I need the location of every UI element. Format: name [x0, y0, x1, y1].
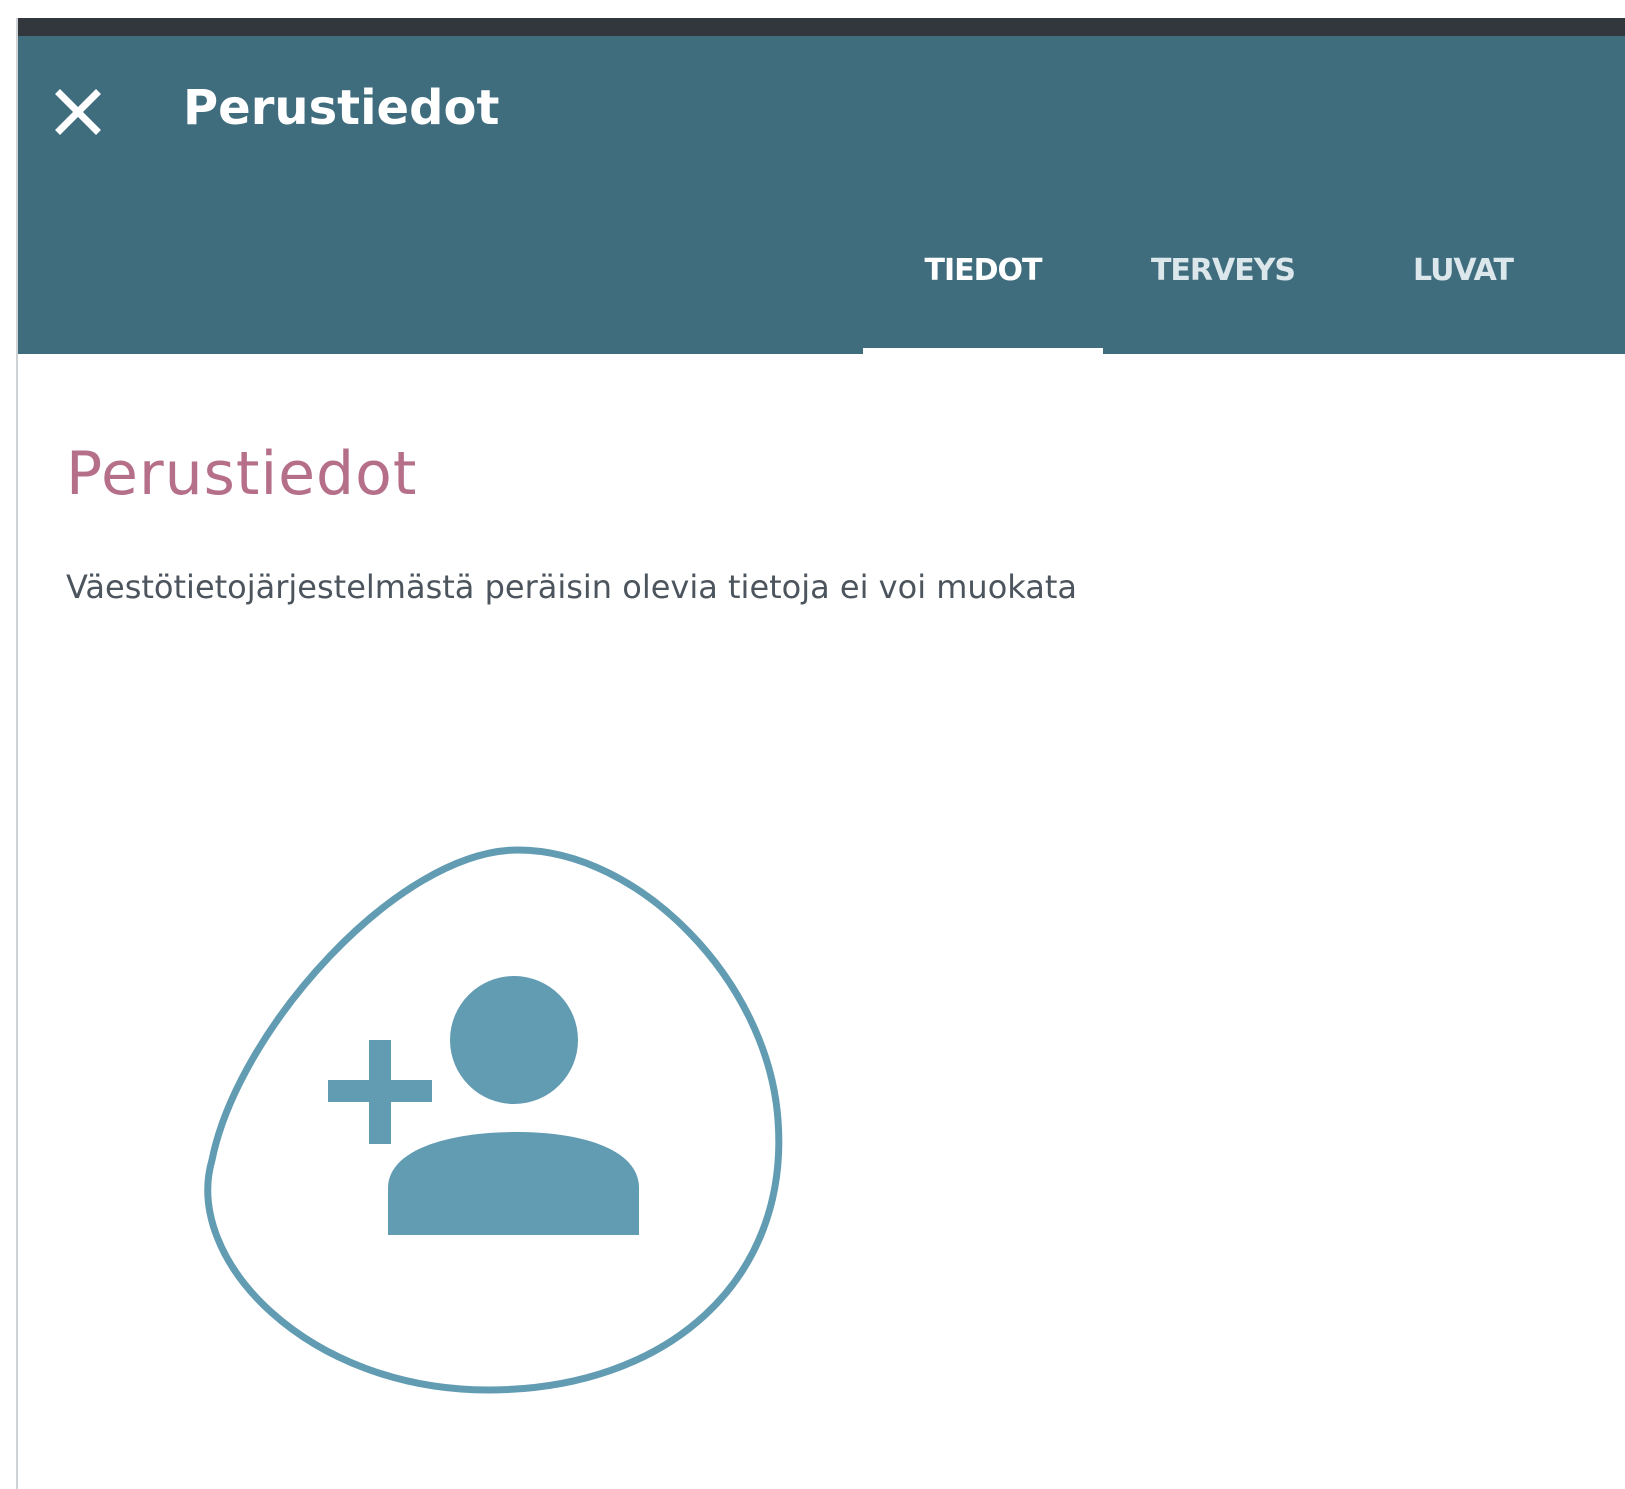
tab-label: LUVAT [1413, 253, 1514, 288]
main-content: Perustiedot Väestötietojärjestelmästä pe… [66, 438, 1566, 606]
close-button[interactable] [52, 86, 104, 138]
app-window: Perustiedot TIEDOT TERVEYS LUVAT Perusti… [16, 18, 1625, 1489]
header-bar: Perustiedot TIEDOT TERVEYS LUVAT [18, 36, 1625, 354]
tab-bar: TIEDOT TERVEYS LUVAT [863, 231, 1583, 354]
info-text: Väestötietojärjestelmästä peräisin olevi… [66, 568, 1078, 606]
add-person-button[interactable] [198, 830, 818, 1430]
page-title: Perustiedot [183, 80, 500, 136]
add-person-icon [204, 846, 783, 1394]
close-icon [55, 89, 101, 135]
tab-luvat[interactable]: LUVAT [1343, 231, 1583, 354]
top-strip [18, 18, 1625, 36]
tab-label: TIEDOT [924, 253, 1043, 288]
tab-tiedot[interactable]: TIEDOT [863, 231, 1103, 354]
tab-label: TERVEYS [1150, 253, 1296, 288]
tab-terveys[interactable]: TERVEYS [1103, 231, 1343, 354]
section-title: Perustiedot [66, 439, 418, 509]
